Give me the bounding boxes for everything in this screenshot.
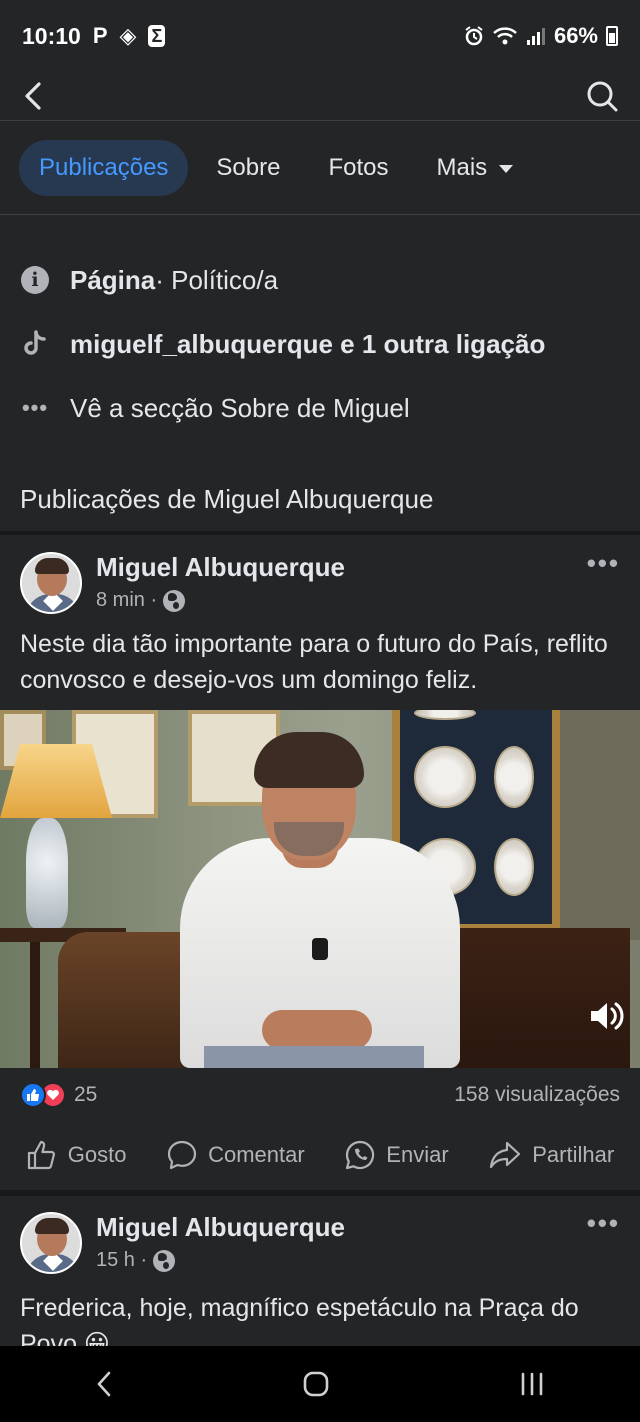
tab-publicacoes[interactable]: Publicações [19,139,189,196]
send-label: Enviar [386,1142,449,1167]
info-page-category: i Página · Político/a [0,248,640,312]
tiktok-icon [20,329,50,359]
signal-icon [526,28,545,45]
like-button[interactable]: Gosto [26,1139,127,1171]
post-actions: Gosto Comentar Enviar Partilhar [0,1128,640,1182]
notification-sigma-icon: Σ [148,25,166,47]
reaction-count[interactable]: 25 [74,1083,97,1107]
avatar[interactable] [20,1212,82,1274]
share-icon [490,1141,521,1169]
top-nav [0,72,640,120]
like-reaction-icon[interactable] [20,1082,46,1108]
tab-label: Mais [436,153,488,181]
section-divider [0,531,640,535]
post-time-text: 8 min · [96,589,158,611]
view-count[interactable]: 158 visualizações [454,1083,620,1107]
wifi-icon [493,27,517,45]
status-time: 10:10 [22,22,81,49]
page-category: · Político/a [155,264,279,295]
post-text: Neste dia tão importante para o futuro d… [20,630,608,694]
tab-sobre[interactable]: Sobre [196,140,300,196]
system-nav-bar [0,1346,640,1422]
battery-text: 66% [553,23,598,48]
tab-label: Fotos [328,153,389,181]
like-label: Gosto [67,1142,127,1167]
more-dots-icon: ••• [21,395,49,420]
system-back-icon[interactable] [94,1370,114,1398]
globe-icon [163,589,186,612]
status-bar: 10:10 P ◈ Σ 66% [0,0,640,72]
comment-button[interactable]: Comentar [166,1139,305,1171]
back-arrow-icon[interactable] [22,81,44,111]
links-text: miguelf_albuquerque e 1 outra ligação [70,328,546,359]
caret-down-icon [499,164,514,173]
profile-info-list: i Página · Político/a miguelf_albuquerqu… [0,248,640,440]
share-button[interactable]: Partilhar [488,1139,614,1171]
whatsapp-icon [346,1140,375,1170]
tab-mais[interactable]: Mais [417,140,534,196]
post-time-text: 15 h · [96,1249,148,1271]
info-about-link[interactable]: ••• Vê a secção Sobre de Miguel [0,376,640,440]
notification-chrome-icon: ◈ [119,23,137,48]
post-options-icon[interactable]: ••• [587,1208,620,1239]
comment-icon [167,1140,197,1170]
battery-icon [606,26,618,46]
system-recents-icon[interactable] [518,1370,546,1398]
page-label: Página [70,264,156,295]
divider [0,214,640,215]
info-icon: i [20,265,50,295]
post-time: 15 h · [96,1249,345,1272]
alarm-icon [465,26,483,46]
post-header: Miguel Albuquerque 8 min · ••• [20,548,620,614]
reactions-row: 25 158 visualizações [20,1078,620,1112]
info-links[interactable]: miguelf_albuquerque e 1 outra ligação [0,312,640,376]
post-divider [0,1190,640,1196]
section-title: Publicações de Miguel Albuquerque [20,484,434,514]
comment-label: Comentar [208,1142,305,1167]
post-header: Miguel Albuquerque 15 h · ••• [20,1208,620,1274]
post-time: 8 min · [96,589,345,612]
share-label: Partilhar [532,1142,615,1167]
post-options-icon[interactable]: ••• [587,548,620,579]
tab-fotos[interactable]: Fotos [308,140,408,196]
notification-p-icon: P [92,23,108,48]
post-author[interactable]: Miguel Albuquerque [96,552,345,583]
system-home-icon[interactable] [302,1370,330,1398]
profile-tabs: Publicações Sobre Fotos Mais [0,121,640,214]
status-right: 66% [464,23,618,49]
about-text: Vê a secção Sobre de Miguel [70,392,410,423]
status-left: 10:10 P ◈ Σ [22,22,166,50]
thumbs-up-icon [27,1140,55,1170]
send-button[interactable]: Enviar [344,1139,449,1171]
post-video[interactable] [0,710,640,1068]
tab-label: Publicações [39,153,169,181]
tab-label: Sobre [216,153,281,181]
post-meta: Miguel Albuquerque 15 h · [96,1212,345,1272]
search-icon[interactable] [586,80,618,112]
post-meta: Miguel Albuquerque 8 min · [96,552,345,612]
sound-icon[interactable] [588,1000,624,1032]
avatar[interactable] [20,552,82,614]
globe-icon [153,1249,176,1272]
post-author[interactable]: Miguel Albuquerque [96,1212,345,1243]
